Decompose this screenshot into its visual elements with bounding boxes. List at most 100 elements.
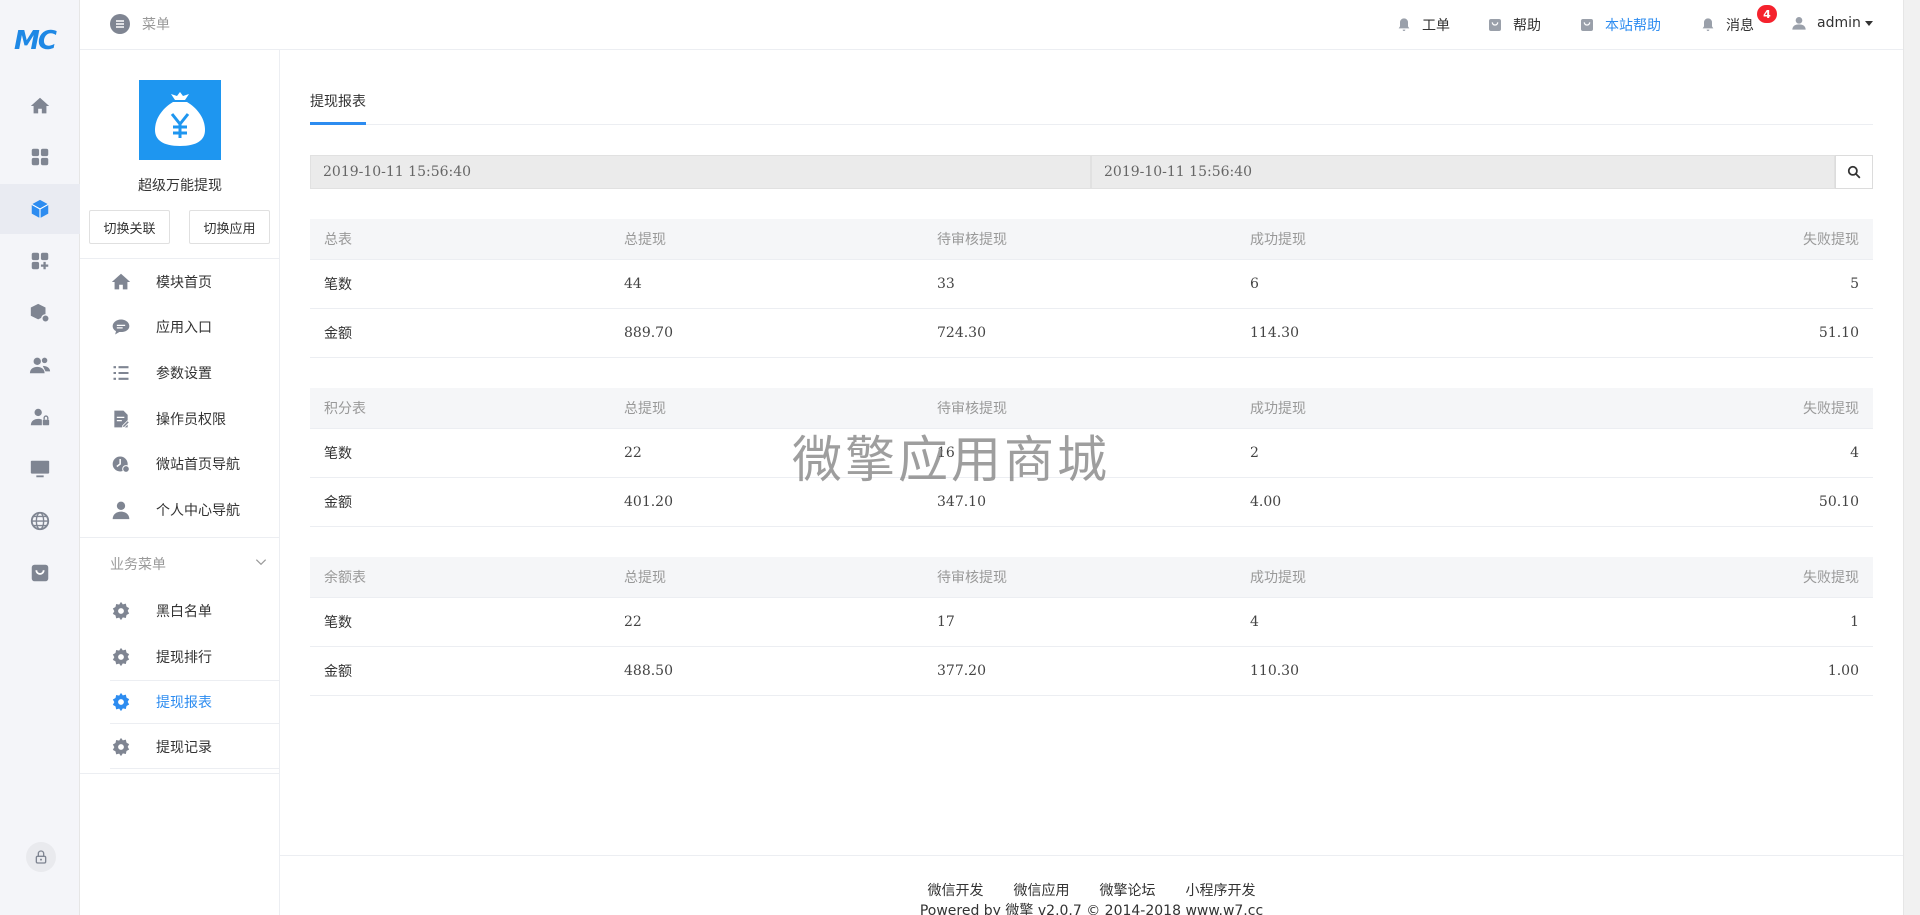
switch-link-button[interactable]: 切换关联 xyxy=(89,210,170,244)
user-menu[interactable]: admin xyxy=(1791,15,1873,31)
table-header-cell: 成功提现 xyxy=(1236,219,1549,260)
table-cell: 4 xyxy=(1236,597,1549,647)
nav-withdrawal-report[interactable]: 提现报表 xyxy=(110,680,280,724)
rail-user-lock[interactable] xyxy=(0,392,80,442)
money-bag-yen-icon xyxy=(155,92,205,146)
nav-label: 应用入口 xyxy=(156,320,212,336)
nav-personal-center-navigation[interactable]: 个人中心导航 xyxy=(110,488,280,532)
start-date-input[interactable]: 2019-10-11 15:56:40 xyxy=(310,155,1091,189)
table-cell: 114.30 xyxy=(1236,308,1549,358)
work-order-link[interactable]: 工单 xyxy=(1396,15,1450,35)
page-scrollbar[interactable] xyxy=(1903,0,1920,915)
footer-links: 微信开发 微信应用 微擎论坛 小程序开发 xyxy=(280,880,1903,900)
table-cell: 347.10 xyxy=(923,477,1236,527)
business-menu-title: 业务菜单 xyxy=(110,557,166,573)
nav-module-home[interactable]: 模块首页 xyxy=(110,260,280,304)
table-cell: 2 xyxy=(1236,428,1549,478)
clock-nav-icon xyxy=(110,453,132,475)
logo[interactable]: MC xyxy=(14,26,66,56)
rail-module-settings[interactable] xyxy=(0,288,80,338)
divider xyxy=(80,537,280,538)
nav-withdrawal-records[interactable]: 提现记录 xyxy=(110,725,280,769)
rail-modules[interactable] xyxy=(0,184,80,234)
table-cell: 5 xyxy=(1549,259,1873,309)
rail-store[interactable] xyxy=(0,548,80,598)
gear-icon xyxy=(110,691,132,713)
table-header-cell: 失败提现 xyxy=(1549,557,1873,598)
table-header-cell: 总提现 xyxy=(610,557,923,598)
rail-apps[interactable] xyxy=(0,132,80,182)
balance-table: 余额表 总提现 待审核提现 成功提现 失败提现 笔数 22 17 4 1 金额 … xyxy=(310,557,1873,696)
chevron-down-icon[interactable] xyxy=(254,555,268,569)
nav-blacklist-whitelist[interactable]: 黑白名单 xyxy=(110,589,280,633)
site-help-link[interactable]: 本站帮助 xyxy=(1579,15,1661,35)
monitor-icon xyxy=(30,460,50,478)
help-link[interactable]: 帮助 xyxy=(1487,15,1541,35)
nav-label: 模块首页 xyxy=(156,275,212,291)
table-row: 笔数 44 33 6 5 xyxy=(310,259,1873,309)
nav-app-entry[interactable]: 应用入口 xyxy=(110,305,280,349)
nav-label: 提现排行 xyxy=(156,650,212,666)
messages-link[interactable]: 消息 4 xyxy=(1700,5,1777,35)
end-date-input[interactable]: 2019-10-11 15:56:40 xyxy=(1091,155,1835,189)
menu-toggle[interactable]: 菜单 xyxy=(110,14,170,34)
nav-operator-permissions[interactable]: 操作员权限 xyxy=(110,397,280,441)
table-header-cell: 待审核提现 xyxy=(923,219,1236,260)
table-cell: 1.00 xyxy=(1549,646,1873,696)
home-icon xyxy=(110,271,132,293)
apps-grid-icon xyxy=(31,148,49,166)
footer-link-forum[interactable]: 微擎论坛 xyxy=(1100,880,1156,900)
points-table: 积分表 总提现 待审核提现 成功提现 失败提现 笔数 22 16 2 4 金额 … xyxy=(310,388,1873,527)
username: admin xyxy=(1817,15,1861,31)
store-icon xyxy=(31,564,49,582)
table-row: 金额 401.20 347.10 4.00 50.10 xyxy=(310,477,1873,527)
date-range-filter: 2019-10-11 15:56:40 2019-10-11 15:56:40 xyxy=(310,155,1873,189)
search-button[interactable] xyxy=(1835,155,1873,189)
table-row: 金额 889.70 724.30 114.30 51.10 xyxy=(310,308,1873,358)
table-cell: 6 xyxy=(1236,259,1549,309)
table-header-cell: 积分表 xyxy=(310,388,610,429)
table-row: 金额 488.50 377.20 110.30 1.00 xyxy=(310,646,1873,696)
site-help-label: 本站帮助 xyxy=(1605,18,1661,34)
table-header-cell: 总提现 xyxy=(610,388,923,429)
footer: 微信开发 微信应用 微擎论坛 小程序开发 Powered by 微擎 v2.0.… xyxy=(280,855,1903,915)
nav-param-settings[interactable]: 参数设置 xyxy=(110,351,280,395)
footer-link-wechat-apps[interactable]: 微信应用 xyxy=(1014,880,1070,900)
table-cell: 50.10 xyxy=(1549,477,1873,527)
rail-monitor[interactable] xyxy=(0,444,80,494)
table-cell: 4.00 xyxy=(1236,477,1549,527)
help-label: 帮助 xyxy=(1513,18,1541,34)
rail-home[interactable] xyxy=(0,81,80,131)
footer-link-miniprogram-dev[interactable]: 小程序开发 xyxy=(1186,880,1256,900)
table-cell: 724.30 xyxy=(923,308,1236,358)
rail-users[interactable] xyxy=(0,340,80,390)
nav-withdrawal-ranking[interactable]: 提现排行 xyxy=(110,635,280,679)
switch-app-button[interactable]: 切换应用 xyxy=(189,210,270,244)
nav-label: 操作员权限 xyxy=(156,412,226,428)
table-header-cell: 成功提现 xyxy=(1236,388,1549,429)
table-cell: 377.20 xyxy=(923,646,1236,696)
nav-site-home-navigation[interactable]: 微站首页导航 xyxy=(110,442,280,486)
copyright: Powered by 微擎 v2.0.7 © 2014-2018 www.w7.… xyxy=(919,903,1264,915)
rail-globe[interactable] xyxy=(0,496,80,546)
table-cell: 22 xyxy=(610,597,923,647)
module-sidebar: 超级万能提现 切换关联 切换应用 模块首页 应用入口 参数设置 操作员权限 微站… xyxy=(80,50,280,915)
lock-button[interactable] xyxy=(26,842,56,872)
footer-link-wechat-dev[interactable]: 微信开发 xyxy=(928,880,984,900)
menu-label: 菜单 xyxy=(142,17,170,33)
table-cell: 22 xyxy=(610,428,923,478)
home-icon xyxy=(30,97,50,114)
bell-icon xyxy=(1398,18,1410,31)
row-label: 金额 xyxy=(310,477,610,527)
chevron-down-icon xyxy=(1864,20,1873,26)
rail-apps-add[interactable] xyxy=(0,236,80,286)
table-header-cell: 成功提现 xyxy=(1236,557,1549,598)
shopping-bag-icon xyxy=(1581,19,1593,31)
tab-withdrawal-report[interactable]: 提现报表 xyxy=(310,91,366,125)
table-cell: 44 xyxy=(610,259,923,309)
bell-icon xyxy=(1702,18,1714,31)
nav-label: 提现报表 xyxy=(156,695,212,711)
table-header-cell: 总表 xyxy=(310,219,610,260)
message-count-badge: 4 xyxy=(1757,5,1777,23)
table-cell: 4 xyxy=(1549,428,1873,478)
